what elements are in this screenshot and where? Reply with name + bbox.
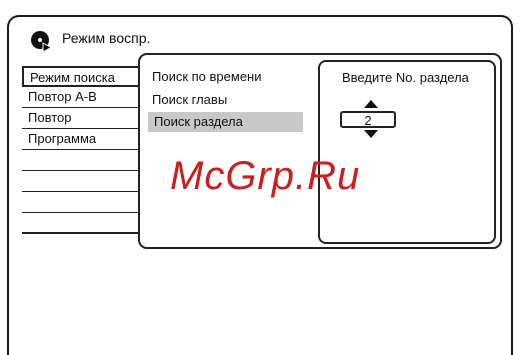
watermark: McGrp.Ru <box>170 154 361 198</box>
arrow-up-icon[interactable] <box>364 100 378 108</box>
menu-empty-slot <box>22 213 140 234</box>
menu-empty-slot <box>22 171 140 192</box>
arrow-down-icon[interactable] <box>364 130 378 138</box>
menu-item-repeat[interactable]: Повтор <box>22 108 140 129</box>
submenu-item-time-search[interactable]: Поиск по времени <box>152 67 262 87</box>
menu-item-program[interactable]: Программа <box>22 129 140 150</box>
chapter-number-input-panel: Введите No. раздела 2 <box>318 60 496 244</box>
submenu-item-chapter-search[interactable]: Поиск раздела <box>148 112 303 132</box>
menu-item-repeat-ab[interactable]: Повтор A-B <box>22 87 140 108</box>
playback-mode-menu: Режим поиска Повтор A-B Повтор Программа <box>22 66 140 234</box>
menu-empty-slot <box>22 192 140 213</box>
menu-empty-slot <box>22 150 140 171</box>
input-prompt-label: Введите No. раздела <box>342 70 469 85</box>
chapter-number-spinbox[interactable]: 2 <box>340 111 396 128</box>
submenu-item-title-search[interactable]: Поиск главы <box>152 90 227 110</box>
disc-play-icon <box>31 31 52 52</box>
menu-item-search-mode[interactable]: Режим поиска <box>22 66 140 87</box>
page-title: Режим воспр. <box>62 30 151 46</box>
